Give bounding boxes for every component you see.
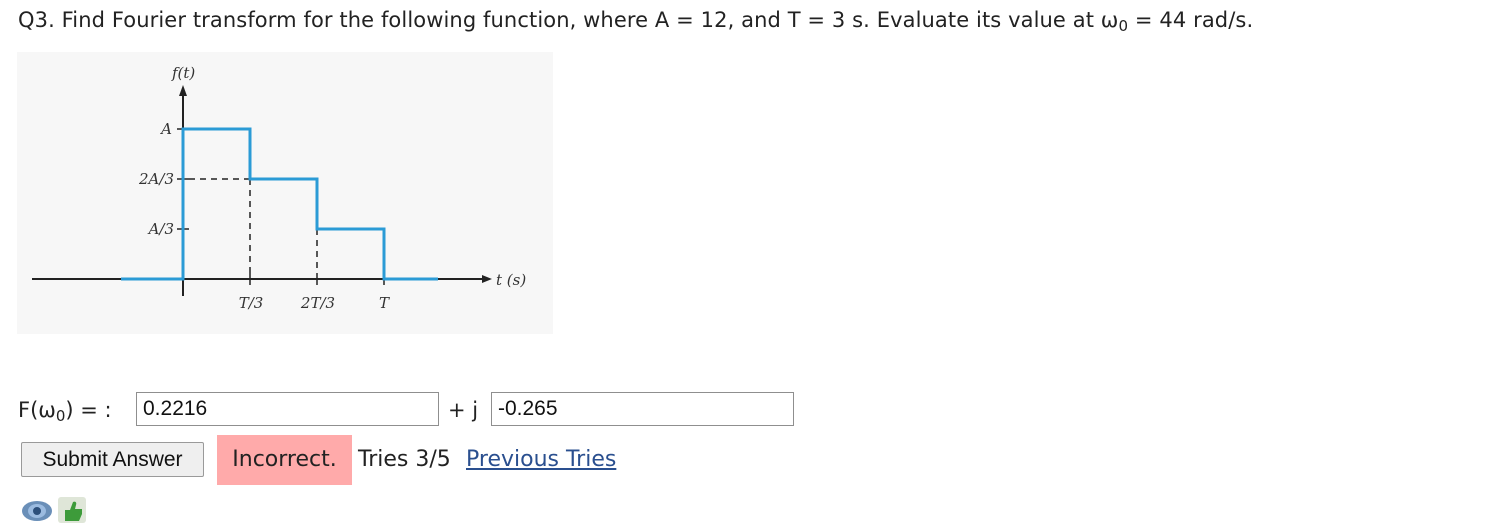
answer-label-suffix: ) = : [65, 398, 112, 422]
x-tick-label-t: T [379, 294, 390, 312]
x-axis-label: t (s) [496, 271, 526, 289]
status-badge: Incorrect. [217, 435, 352, 485]
answer-label-sub: 0 [55, 407, 66, 425]
tries-count: Tries 3/5 [358, 447, 451, 472]
submit-answer-button[interactable]: Submit Answer [21, 442, 204, 477]
thumbs-up-icon[interactable] [55, 494, 89, 523]
real-part-input[interactable] [136, 392, 439, 426]
eye-icon[interactable] [20, 494, 54, 523]
x-tick-label-t3: T/3 [239, 294, 264, 312]
y-axis-label: f(t) [171, 64, 195, 82]
plus-j-label: + j [448, 398, 479, 422]
y-axis-arrow [179, 85, 187, 96]
x-tick-label-2t3: 2T/3 [300, 294, 335, 312]
imaginary-part-input[interactable] [491, 392, 794, 426]
function-plot: f(t) t (s) A 2A/3 A/3 T/3 2T/3 T [32, 64, 526, 312]
omega-subscript: 0 [1118, 17, 1129, 35]
y-tick-label-2a3: 2A/3 [138, 170, 174, 188]
answer-label: F(ω0) = : [18, 398, 112, 425]
function-figure: f(t) t (s) A 2A/3 A/3 T/3 2T/3 T [17, 52, 553, 334]
answer-label-prefix: F(ω [18, 398, 56, 422]
x-axis-arrow [482, 275, 492, 283]
signal-line [121, 127, 438, 281]
previous-tries-link[interactable]: Previous Tries [466, 447, 616, 472]
y-tick-label-a3: A/3 [147, 220, 174, 238]
y-tick-label-a: A [159, 120, 172, 138]
question-main: Q3. Find Fourier transform for the follo… [18, 8, 1119, 32]
question-text: Q3. Find Fourier transform for the follo… [18, 8, 1253, 35]
question-tail: = 44 rad/s. [1128, 8, 1254, 32]
